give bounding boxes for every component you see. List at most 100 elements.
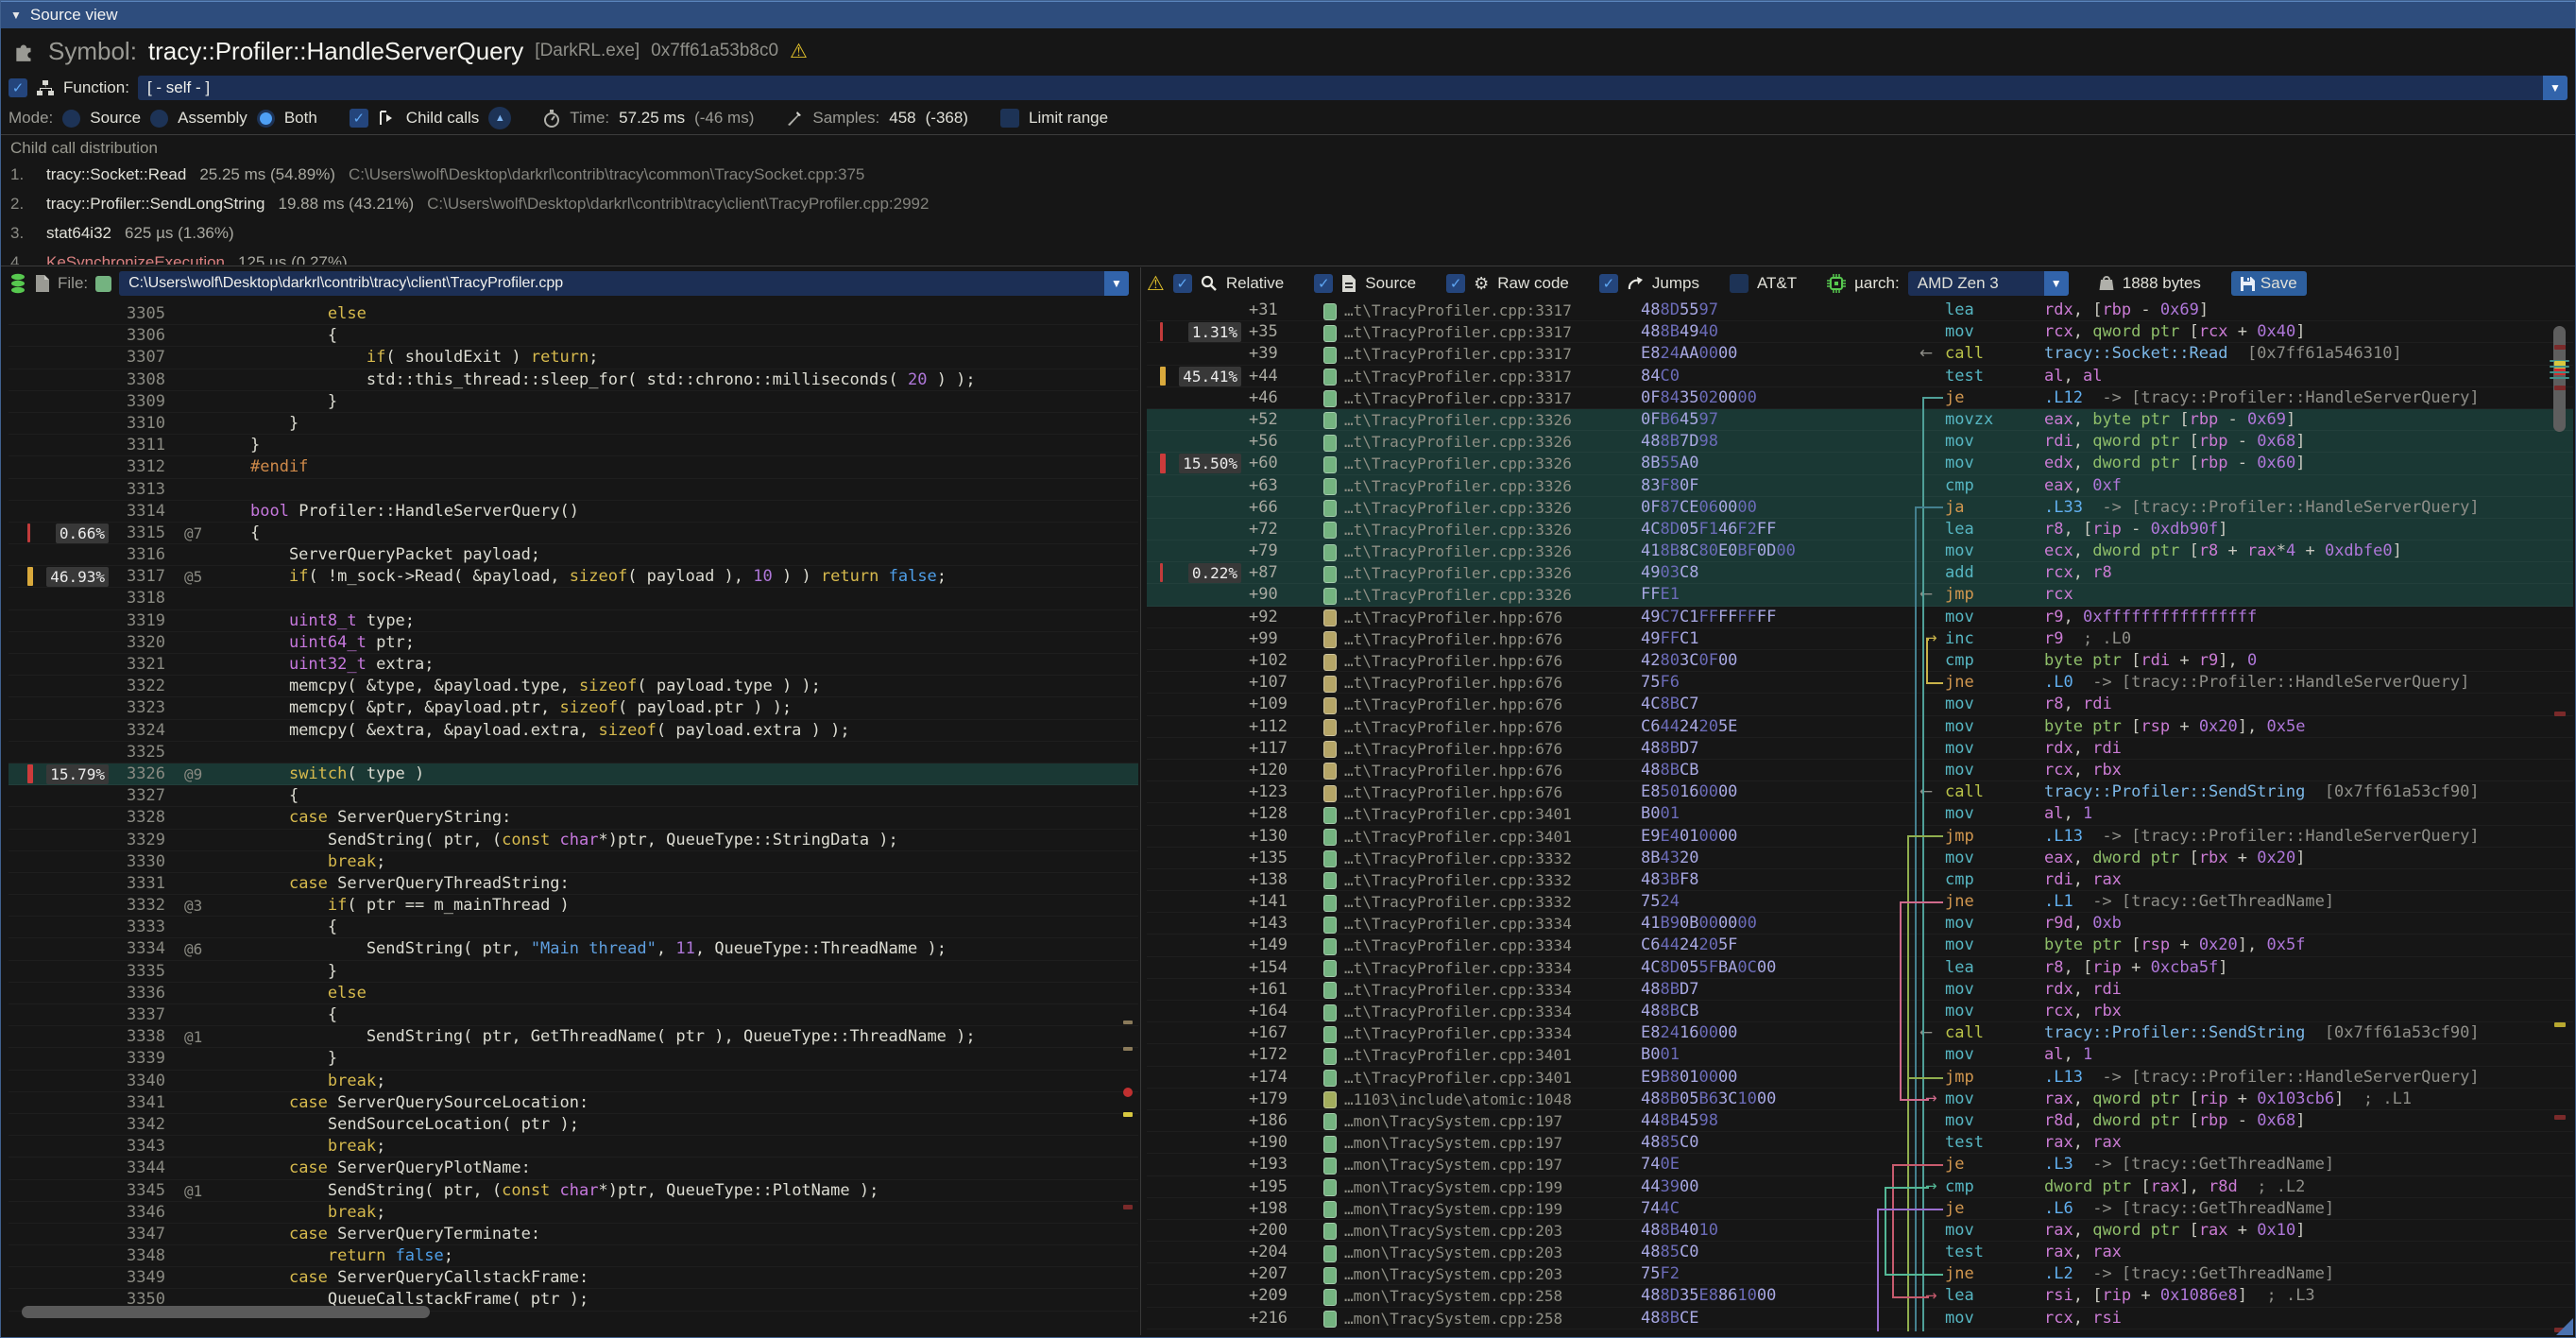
- relative-label[interactable]: Relative: [1226, 274, 1284, 293]
- relative-checkbox[interactable]: ✓: [1173, 274, 1192, 293]
- source-line[interactable]: 3330 break;: [9, 851, 1138, 873]
- source-line[interactable]: 3335 }: [9, 961, 1138, 983]
- assembly-row[interactable]: +63…t\TracyProfiler.cpp:332683F80Fcmpeax…: [1147, 475, 2573, 497]
- assembly-row[interactable]: +107…t\TracyProfiler.hpp:67675F6jne.L0 -…: [1147, 672, 2573, 694]
- assembly-row[interactable]: +102…t\TracyProfiler.hpp:67642803C0F00cm…: [1147, 650, 2573, 672]
- rawcode-checkbox[interactable]: ✓: [1446, 274, 1465, 293]
- source-line[interactable]: 3336 else: [9, 983, 1138, 1004]
- source-line[interactable]: 3333 {: [9, 917, 1138, 938]
- source-line[interactable]: 3327 {: [9, 785, 1138, 807]
- limit-range-label[interactable]: Limit range: [1029, 109, 1108, 128]
- assembly-row[interactable]: +130…t\TracyProfiler.cpp:3401E9E4010000j…: [1147, 826, 2573, 848]
- source-line[interactable]: 3345@1 SendString( ptr, (const char*)ptr…: [9, 1180, 1138, 1202]
- assembly-row[interactable]: +112…t\TracyProfiler.hpp:676C64424205Emo…: [1147, 716, 2573, 738]
- assembly-row[interactable]: +31…t\TracyProfiler.cpp:3317488D5597lear…: [1147, 300, 2573, 321]
- assembly-row[interactable]: +138…t\TracyProfiler.cpp:3332483BF8cmprd…: [1147, 869, 2573, 891]
- source-label[interactable]: Source: [1365, 274, 1416, 293]
- source-line[interactable]: 3349 case ServerQueryCallstackFrame:: [9, 1267, 1138, 1289]
- title-bar[interactable]: ▼ Source view: [1, 1, 2575, 28]
- assembly-row[interactable]: +200…mon\TracySystem.cpp:203488B4010movr…: [1147, 1220, 2573, 1242]
- assembly-row[interactable]: +207…mon\TracySystem.cpp:20375F2jne.L2 -…: [1147, 1263, 2573, 1285]
- assembly-row[interactable]: +79…t\TracyProfiler.cpp:3326418B8C80E0BF…: [1147, 540, 2573, 562]
- source-line[interactable]: 3340 break;: [9, 1071, 1138, 1092]
- pane-divider[interactable]: [1140, 267, 1141, 1335]
- assembly-row[interactable]: +164…t\TracyProfiler.cpp:3334488BCBmovrc…: [1147, 1001, 2573, 1022]
- jumps-checkbox[interactable]: ✓: [1599, 274, 1618, 293]
- source-hscrollbar[interactable]: [22, 1306, 430, 1318]
- assembly-row[interactable]: +143…t\TracyProfiler.cpp:333441B90B00000…: [1147, 913, 2573, 935]
- child-calls-checkbox[interactable]: ✓: [350, 109, 368, 128]
- assembly-row[interactable]: +72…t\TracyProfiler.cpp:33264C8D05F146F2…: [1147, 519, 2573, 540]
- assembly-row[interactable]: 0.22%+87…t\TracyProfiler.cpp:33264903C8a…: [1147, 562, 2573, 584]
- march-combo[interactable]: AMD Zen 3 ▼: [1908, 271, 2069, 296]
- source-line[interactable]: 3308 std::this_thread::sleep_for( std::c…: [9, 369, 1138, 391]
- source-line[interactable]: 3311}: [9, 435, 1138, 456]
- child-calls-label[interactable]: Child calls: [406, 109, 479, 128]
- source-line[interactable]: 3319 uint8_t type;: [9, 610, 1138, 632]
- source-line[interactable]: 3307 if( shouldExit ) return;: [9, 347, 1138, 369]
- assembly-row[interactable]: +46…t\TracyProfiler.cpp:33170F8435020000…: [1147, 387, 2573, 409]
- resize-grip[interactable]: [2556, 1318, 2573, 1335]
- source-line[interactable]: 3312#endif: [9, 456, 1138, 478]
- mode-radio-assembly-label[interactable]: Assembly: [178, 109, 247, 128]
- source-line[interactable]: 3347 case ServerQueryTerminate:: [9, 1224, 1138, 1245]
- collapse-up-button[interactable]: ▲: [488, 107, 511, 129]
- assembly-row[interactable]: +193…mon\TracySystem.cpp:197740Eje.L3 ->…: [1147, 1154, 2573, 1175]
- source-line[interactable]: 15.79%3326@9 switch( type ): [9, 763, 1138, 785]
- assembly-row[interactable]: 15.50%+60…t\TracyProfiler.cpp:33268B55A0…: [1147, 453, 2573, 474]
- source-line[interactable]: 3341 case ServerQuerySourceLocation:: [9, 1092, 1138, 1114]
- source-line[interactable]: 3338@1 SendString( ptr, GetThreadName( p…: [9, 1026, 1138, 1048]
- source-line[interactable]: 3348 return false;: [9, 1245, 1138, 1267]
- source-line[interactable]: 3339 }: [9, 1048, 1138, 1070]
- source-line[interactable]: 3337 {: [9, 1004, 1138, 1026]
- source-checkbox[interactable]: ✓: [1314, 274, 1333, 293]
- assembly-row[interactable]: +161…t\TracyProfiler.cpp:3334488BD7movrd…: [1147, 979, 2573, 1001]
- mode-radio-both-label[interactable]: Both: [284, 109, 317, 128]
- source-line[interactable]: 3309 }: [9, 391, 1138, 413]
- assembly-row[interactable]: +216…mon\TracySystem.cpp:258488BCEmovrcx…: [1147, 1308, 2573, 1329]
- source-line[interactable]: 3346 break;: [9, 1202, 1138, 1224]
- source-line[interactable]: 3321 uint32_t extra;: [9, 654, 1138, 676]
- file-combo[interactable]: C:\Users\wolf\Desktop\darkrl\contrib\tra…: [119, 271, 1129, 296]
- source-line[interactable]: 0.66%3315@7{: [9, 523, 1138, 544]
- assembly-row[interactable]: +99…t\TracyProfiler.hpp:67649FFC1incr9 ;…: [1147, 628, 2573, 650]
- source-line[interactable]: 3306 {: [9, 325, 1138, 347]
- source-line[interactable]: 3318: [9, 588, 1138, 609]
- assembly-row[interactable]: +186…mon\TracySystem.cpp:197448B4598movr…: [1147, 1110, 2573, 1132]
- assembly-row[interactable]: +109…t\TracyProfiler.hpp:6764C8BC7movr8,…: [1147, 694, 2573, 715]
- source-line[interactable]: 3313: [9, 479, 1138, 501]
- assembly-row[interactable]: +204…mon\TracySystem.cpp:2034885C0testra…: [1147, 1242, 2573, 1263]
- assembly-row[interactable]: +52…t\TracyProfiler.cpp:33260FB64597movz…: [1147, 409, 2573, 431]
- assembly-row[interactable]: 1.31%+35…t\TracyProfiler.cpp:3317488B494…: [1147, 321, 2573, 343]
- source-line[interactable]: 3329 SendString( ptr, (const char*)ptr, …: [9, 830, 1138, 851]
- source-line[interactable]: 3316 ServerQueryPacket payload;: [9, 544, 1138, 566]
- function-combo-arrow-icon[interactable]: ▼: [2543, 76, 2567, 100]
- assembly-row[interactable]: +149…t\TracyProfiler.cpp:3334C64424205Fm…: [1147, 935, 2573, 956]
- assembly-row[interactable]: +172…t\TracyProfiler.cpp:3401B001moval, …: [1147, 1044, 2573, 1066]
- assembly-row[interactable]: +117…t\TracyProfiler.hpp:676488BD7movrdx…: [1147, 738, 2573, 760]
- source-line[interactable]: 3320 uint64_t ptr;: [9, 632, 1138, 654]
- assembly-row[interactable]: +128…t\TracyProfiler.cpp:3401B001moval, …: [1147, 803, 2573, 825]
- att-label[interactable]: AT&T: [1757, 274, 1797, 293]
- march-combo-arrow-icon[interactable]: ▼: [2044, 271, 2069, 296]
- source-line[interactable]: 3325: [9, 742, 1138, 763]
- source-line[interactable]: 3328 case ServerQueryString:: [9, 807, 1138, 829]
- assembly-row[interactable]: +66…t\TracyProfiler.cpp:33260F87CE060000…: [1147, 497, 2573, 519]
- source-line[interactable]: 3323 memcpy( &ptr, &payload.ptr, sizeof(…: [9, 697, 1138, 719]
- source-line[interactable]: 46.93%3317@5 if( !m_sock->Read( &payload…: [9, 566, 1138, 588]
- child-call-item[interactable]: 3.stat64i32625 µs (1.36%): [10, 224, 2567, 253]
- assembly-row[interactable]: +39…t\TracyProfiler.cpp:3317E824AA0000←c…: [1147, 343, 2573, 365]
- jumps-label[interactable]: Jumps: [1652, 274, 1699, 293]
- function-combo[interactable]: [ - self - ] ▼: [138, 76, 2567, 100]
- assembly-row[interactable]: +198…mon\TracySystem.cpp:199744Cje.L6 ->…: [1147, 1198, 2573, 1220]
- save-button[interactable]: Save: [2231, 271, 2307, 296]
- assembly-row[interactable]: +141…t\TracyProfiler.cpp:33327524jne.L1 …: [1147, 891, 2573, 913]
- source-line[interactable]: 3305 else: [9, 303, 1138, 325]
- child-call-item[interactable]: 2.tracy::Profiler::SendLongString19.88 m…: [10, 195, 2567, 224]
- assembly-row[interactable]: +179…1103\include\atomic:1048488B05B63C1…: [1147, 1089, 2573, 1110]
- assembly-row[interactable]: +92…t\TracyProfiler.hpp:67649C7C1FFFFFFF…: [1147, 607, 2573, 628]
- limit-range-checkbox[interactable]: [1000, 109, 1019, 128]
- mode-radio-both[interactable]: [257, 110, 275, 128]
- source-line[interactable]: 3322 memcpy( &type, &payload.type, sizeo…: [9, 676, 1138, 697]
- source-line[interactable]: 3324 memcpy( &extra, &payload.extra, siz…: [9, 720, 1138, 742]
